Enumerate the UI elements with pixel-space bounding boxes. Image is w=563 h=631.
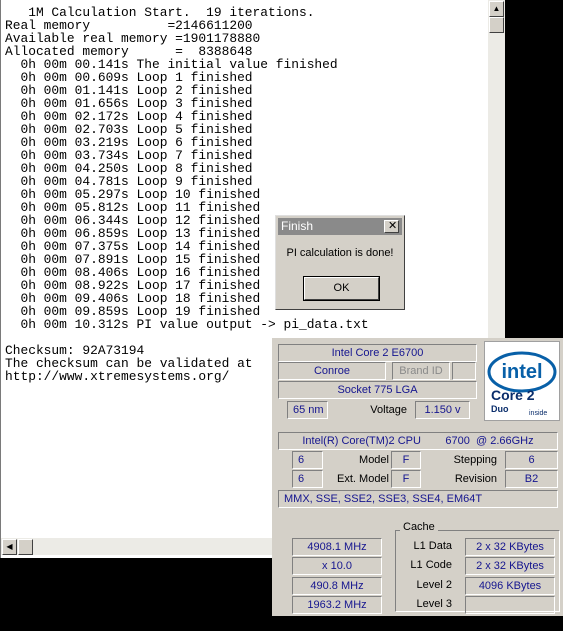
close-icon: ✕	[388, 220, 398, 232]
level2-field: 4096 KBytes	[465, 577, 555, 595]
family-field: 6	[292, 451, 323, 469]
stepping-field: 6	[505, 451, 558, 469]
brand-id-label: Brand ID	[392, 362, 450, 380]
scroll-left-button[interactable]: ◀	[2, 539, 17, 555]
rated-fsb-field: 1963.2 MHz	[292, 596, 382, 614]
multiplier-field: x 10.0	[292, 557, 382, 575]
svg-text:Duo: Duo	[491, 404, 509, 414]
intel-core2-duo-logo: intel Core 2 Duo inside	[484, 341, 560, 421]
svg-text:intel: intel	[501, 361, 542, 383]
specification-field: Intel(R) Core(TM)2 CPU 6700 @ 2.66GHz	[278, 432, 558, 450]
bus-speed-field: 490.8 MHz	[292, 577, 382, 595]
dialog-titlebar[interactable]: Finish ✕	[278, 218, 402, 235]
arrow-up-icon: ▲	[492, 4, 501, 13]
core-speed-field: 4908.1 MHz	[292, 538, 382, 556]
dialog-message: PI calculation is done!	[286, 247, 394, 259]
voltage-label: Voltage	[370, 404, 407, 416]
intel-logo-icon: intel Core 2 Duo inside	[487, 351, 557, 417]
ext-model-field: F	[391, 470, 421, 488]
dialog-title: Finish	[281, 219, 314, 233]
cpu-name-field: Intel Core 2 E6700	[278, 344, 477, 362]
revision-field: B2	[505, 470, 558, 488]
stepping-label: Stepping	[453, 454, 497, 466]
svg-text:inside: inside	[529, 410, 547, 417]
svg-text:Core 2: Core 2	[491, 387, 535, 403]
console-output: 1M Calculation Start. 19 iterations. Real…	[5, 6, 489, 383]
cpuz-panel: Intel Core 2 E6700 Conroe Brand ID Socke…	[272, 338, 563, 616]
package-field: Socket 775 LGA	[278, 381, 477, 399]
scroll-thumb[interactable]	[489, 17, 504, 33]
ok-button[interactable]: OK	[304, 277, 379, 300]
console-line: 0h 00m 10.312s PI value output -> pi_dat…	[5, 317, 369, 332]
arrow-left-icon: ◀	[6, 542, 13, 551]
level3-label: Level 3	[416, 598, 452, 610]
brand-id-field	[452, 362, 476, 380]
revision-label: Revision	[454, 473, 497, 485]
l1-code-field: 2 x 32 KBytes	[465, 557, 555, 575]
l1-data-field: 2 x 32 KBytes	[465, 538, 555, 556]
vertical-scrollbar[interactable]: ▲	[488, 0, 505, 340]
horizontal-scroll-thumb[interactable]	[18, 539, 33, 555]
model-field: F	[391, 451, 421, 469]
ext-family-field: 6	[292, 470, 323, 488]
technology-field: 65 nm	[287, 401, 328, 419]
l1-data-label: L1 Data	[413, 540, 452, 552]
finish-dialog: Finish ✕ PI calculation is done! OK	[275, 215, 405, 310]
horizontal-scrollbar[interactable]: ◀	[1, 538, 273, 555]
model-label: Model	[359, 454, 389, 466]
scroll-up-button[interactable]: ▲	[489, 1, 504, 17]
voltage-field: 1.150 v	[415, 401, 470, 419]
level2-label: Level 2	[416, 579, 452, 591]
level3-field	[465, 596, 555, 614]
code-name-field: Conroe	[278, 362, 386, 380]
ext-model-label: Ext. Model	[337, 473, 389, 485]
cache-title: Cache	[400, 521, 438, 533]
instructions-field: MMX, SSE, SSE2, SSE3, SSE4, EM64T	[278, 490, 558, 508]
l1-code-label: L1 Code	[410, 559, 452, 571]
dialog-close-button[interactable]: ✕	[384, 220, 399, 233]
